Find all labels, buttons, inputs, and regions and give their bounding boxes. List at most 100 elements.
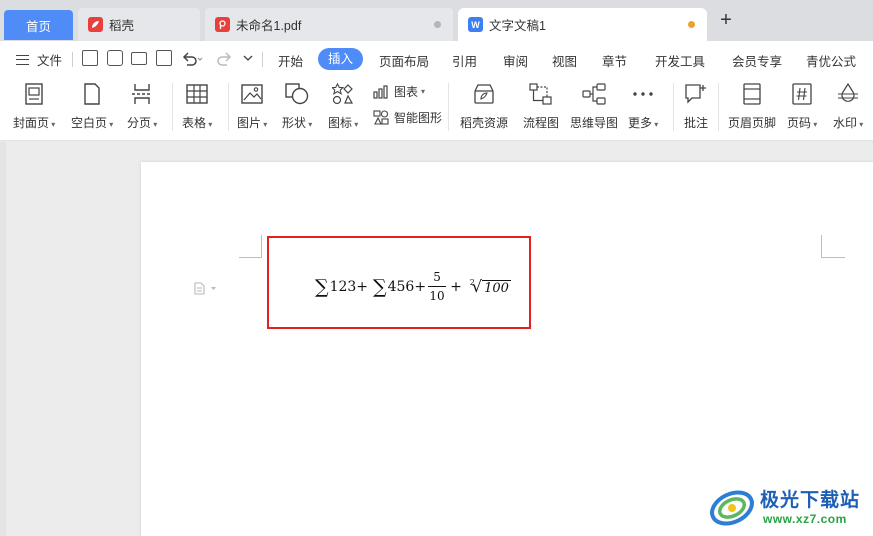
equation[interactable]: ∑ 123+ ∑ 456+ 5 10 + 2 √ 100 [315,270,511,303]
writer-doc-icon: W [468,17,483,32]
equation-term-1: 123+ [329,278,369,295]
header-footer-button[interactable]: 页眉页脚 [728,81,776,131]
save-icon[interactable] [82,50,98,66]
root-index: 2 [469,278,475,287]
docer-logo-icon [88,17,103,32]
tab-home-label: 首页 [25,19,51,34]
watermark-icon [835,81,861,107]
menu-bar: 文件 开始 插入 页面布局 引用 审阅 视图 章节 开发工具 会员专享 青优公式 [0,41,873,77]
page-break-label: 分页 [127,114,157,131]
radicand: 100 [482,280,511,296]
equation-term-2: 456+ [387,278,427,295]
divider [72,52,73,67]
menu-home[interactable]: 开始 [278,51,303,70]
flowchart-button[interactable]: 流程图 [523,81,559,131]
docer-resources-button[interactable]: 稻壳资源 [460,81,508,131]
hamburger-icon [16,54,29,65]
cover-page-icon [21,81,47,107]
blank-page-button[interactable]: 空白页 [71,81,113,131]
icon-button[interactable]: 图标 [328,81,358,131]
divider [262,52,263,67]
flowchart-icon [528,81,554,107]
mind-map-button[interactable]: 思维导图 [570,81,618,131]
header-footer-label: 页眉页脚 [728,116,777,130]
add-tab-icon[interactable]: + [717,10,735,31]
blank-page-label: 空白页 [71,114,113,131]
page-number-button[interactable]: 页码 [787,81,817,131]
chart-label: 图表 [394,85,419,99]
shape-icon [284,81,310,107]
menu-formula[interactable]: 青优公式 [806,51,856,70]
site-logo-icon [710,490,754,526]
export-pdf-icon[interactable] [107,50,123,66]
page-break-icon [129,81,155,107]
smart-art-icon [372,109,389,126]
divider [673,83,674,131]
tab-docer-label: 稻壳 [109,19,135,33]
print-icon[interactable] [131,52,147,65]
smart-art-label: 智能图形 [394,111,443,125]
menu-page-layout[interactable]: 页面布局 [379,51,429,70]
unsaved-indicator-dot[interactable] [688,21,695,28]
watermark-title: 极光下载站 [760,489,861,511]
chart-icon [372,83,389,100]
table-icon [184,81,210,107]
tab-pdf-close-dot[interactable] [434,21,441,28]
divider [718,83,719,131]
picture-button[interactable]: 图片 [237,81,267,131]
docer-resources-icon [471,81,497,107]
divider [448,83,449,131]
page-number-icon [789,81,815,107]
tab-home[interactable]: 首页 [4,10,73,40]
mind-map-icon [581,81,607,107]
undo-icon[interactable] [181,51,203,67]
file-menu[interactable]: 文件 [16,50,62,69]
paragraph-handle-icon[interactable] [194,282,216,298]
smart-art-button[interactable]: 智能图形 [372,109,442,126]
docer-resources-label: 稻壳资源 [460,116,509,130]
menu-section[interactable]: 章节 [602,51,627,70]
plus-sign: + [450,278,462,295]
menu-member[interactable]: 会员专享 [732,51,782,70]
comment-button[interactable]: 批注 [683,81,709,131]
tab-document[interactable]: W 文字文稿1 [458,8,707,41]
menu-insert[interactable]: 插入 [318,48,363,70]
chart-dropdown-icon: ▾ [421,87,426,96]
menu-developer[interactable]: 开发工具 [655,51,705,70]
shape-label: 形状 [282,114,312,131]
comment-label: 批注 [683,116,708,130]
file-menu-label: 文件 [37,54,63,68]
shape-button[interactable]: 形状 [282,81,312,131]
print-preview-icon[interactable] [156,50,172,66]
divider [172,83,173,131]
menu-references[interactable]: 引用 [452,51,477,70]
more-button[interactable]: 更多 [628,81,658,131]
tab-bar: 首页 稻壳 未命名1.pdf W 文字文稿1 + [0,0,873,41]
table-button[interactable]: 表格 [182,81,212,131]
tab-pdf[interactable]: 未命名1.pdf [205,8,453,41]
header-footer-icon [739,81,765,107]
menu-review[interactable]: 审阅 [503,51,528,70]
pdf-file-icon [215,17,230,32]
cover-page-label: 封面页 [13,114,55,131]
chart-button[interactable]: 图表 ▾ [372,83,425,100]
redo-icon[interactable] [215,51,233,67]
fraction-denominator: 10 [429,289,445,303]
site-watermark: 极光下载站 www.xz7.com [708,480,868,534]
page-break-button[interactable]: 分页 [127,81,157,131]
cover-page-button[interactable]: 封面页 [13,81,55,131]
blank-page-icon [79,81,105,107]
left-scroll-strip [0,142,6,536]
tab-docer[interactable]: 稻壳 [78,8,200,41]
menu-view[interactable]: 视图 [552,51,577,70]
watermark-button[interactable]: 水印 [833,81,863,131]
mind-map-label: 思维导图 [570,116,619,130]
customize-toolbar-icon[interactable] [243,55,253,63]
fraction-numerator: 5 [433,270,441,284]
icon-library-icon [330,81,356,107]
fraction-bar [428,286,447,287]
radical-expression: 2 √ 100 [467,277,511,296]
watermark-label: 水印 [833,114,863,131]
icon-label: 图标 [328,114,358,131]
tab-document-label: 文字文稿1 [489,19,546,33]
